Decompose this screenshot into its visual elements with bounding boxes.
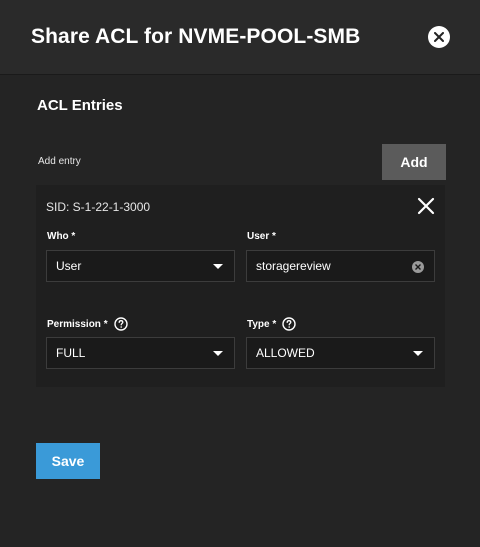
user-label-text: User * [247,231,276,242]
user-input[interactable]: storagereview [246,250,435,282]
permission-label-text: Permission * [47,318,108,330]
chevron-down-icon [213,351,223,356]
clear-input-icon[interactable] [412,261,424,273]
who-select-value: User [56,259,82,273]
who-label: Who * [47,231,75,242]
help-icon[interactable] [282,317,296,331]
add-entry-label: Add entry [38,156,81,167]
user-label: User * [247,231,276,242]
who-label-text: Who * [47,231,76,242]
user-input-value: storagereview [256,259,331,273]
acl-entry-card: SID: S-1-22-1-3000 Who * User User * sto… [36,185,445,387]
permission-select[interactable]: FULL [46,337,235,369]
dialog-title: Share ACL for NVME-POOL-SMB [31,25,361,48]
who-select[interactable]: User [46,250,235,282]
chevron-down-icon [413,351,423,356]
save-button[interactable]: Save [36,443,100,479]
type-label-text: Type * [247,318,277,330]
dialog-header: Share ACL for NVME-POOL-SMB [0,0,480,75]
acl-entries-heading: ACL Entries [37,97,123,114]
help-icon[interactable] [113,317,128,331]
add-entry-button[interactable]: Add [382,144,446,180]
close-icon [417,197,435,215]
type-label: Type * [247,317,296,331]
close-icon [434,32,444,42]
close-dialog-button[interactable] [428,26,450,48]
permission-label: Permission * [47,317,128,331]
type-select[interactable]: ALLOWED [246,337,435,369]
remove-entry-button[interactable] [417,197,435,215]
sid-label: SID: S-1-22-1-3000 [46,200,151,214]
chevron-down-icon [213,264,223,269]
type-select-value: ALLOWED [256,346,315,360]
permission-select-value: FULL [56,346,86,360]
share-acl-dialog: Share ACL for NVME-POOL-SMB ACL Entries … [0,0,480,547]
